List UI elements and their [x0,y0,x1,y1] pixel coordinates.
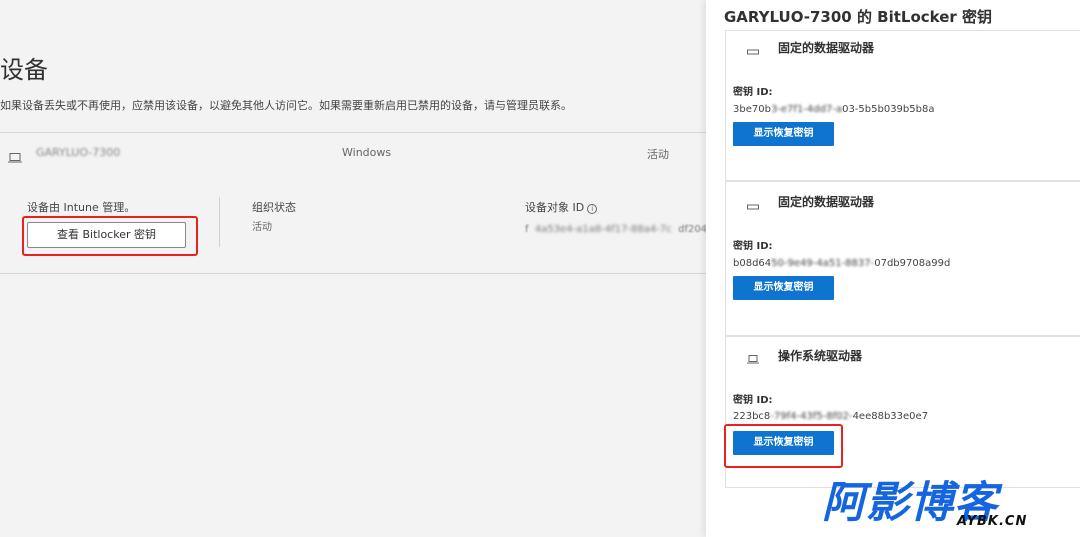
object-id-end: df204 [678,224,708,235]
key-start: b08d64 [733,258,772,269]
watermark-en: AYBK.CN [957,514,1028,529]
object-id-start: f [525,224,529,235]
key-id-value: 3be70b3-e7f1-4dd7-a03-5b5b039b5b8a [733,104,934,115]
org-state-value: 活动 [252,222,272,233]
key-id-label: 密钥 ID: [733,241,773,252]
redacted: 50-9e49-4a51-8837- [771,258,875,269]
redacted: 3-e7f1-4dd7-a [770,104,843,115]
object-id-label: 设备对象 ID i [525,199,598,215]
key-end: 07db9708a99d [874,258,951,269]
device-os: Windows [342,146,392,159]
drive-name: 固定的数据驱动器 [778,41,875,55]
device-name[interactable]: GARYLUO-7300 [36,146,120,159]
key-start: 223bc8 [733,411,771,422]
device-page: 设备 如果设备丢失或不再使用，应禁用该设备，以避免其他人访问它。如果需要重新启用… [0,0,707,537]
managed-label: 设备由 Intune 管理。 [27,201,136,214]
object-id-value: f 4a53e4-a1a8-4f17-88a4-7c df204 [525,224,707,235]
key-id-value: b08d6450-9e49-4a51-8837-07db9708a99d [733,258,950,269]
drive-name: 操作系统驱动器 [778,349,863,363]
laptop-icon [747,349,759,368]
drive-card: 固定的数据驱动器 密钥 ID: 3be70b3-e7f1-4dd7-a03-5b… [725,30,1080,181]
divider [0,273,706,274]
redacted: 4a53e4-a1a8-4f17-88a4-7c [531,224,675,235]
object-id-label-text: 设备对象 ID [525,201,585,214]
drive-name: 固定的数据驱动器 [778,195,875,209]
show-recovery-key-button[interactable]: 显示恢复密钥 [733,276,834,300]
drive-icon [747,196,759,215]
key-id-value: 223bc8-79f4-43f5-8f02-4ee88b33e0e7 [733,411,928,422]
redacted: -79f4-43f5-8f02- [770,411,853,422]
watermark-logo: 阿影博客 AYBK.CN [822,474,1062,530]
page-title: 设备 [0,56,48,84]
drive-card: 固定的数据驱动器 密钥 ID: b08d6450-9e49-4a51-8837-… [725,181,1080,336]
device-row[interactable]: GARYLUO-7300 Windows 活动 [0,135,706,171]
panel-title: GARYLUO-7300 的 BitLocker 密钥 [724,8,993,26]
key-id-label: 密钥 ID: [733,395,773,406]
divider [219,197,220,247]
key-start: 3be70b [733,104,771,115]
page-description: 如果设备丢失或不再使用，应禁用该设备，以避免其他人访问它。如果需要重新启用已禁用… [0,99,572,112]
show-recovery-key-button[interactable]: 显示恢复密钥 [733,122,834,146]
bitlocker-panel: GARYLUO-7300 的 BitLocker 密钥 固定的数据驱动器 密钥 … [706,0,1080,537]
drive-icon [747,41,759,60]
device-status: 活动 [647,148,669,161]
org-state-label: 组织状态 [252,201,296,214]
divider [0,132,706,133]
key-end: 03-5b5b039b5b8a [842,104,935,115]
info-icon[interactable]: i [587,204,598,214]
view-bitlocker-keys-button[interactable]: 查看 Bitlocker 密钥 [27,222,186,248]
laptop-icon [8,148,22,167]
key-id-label: 密钥 ID: [733,87,773,98]
key-end: 4ee88b33e0e7 [852,411,929,422]
highlight-box [724,424,843,468]
